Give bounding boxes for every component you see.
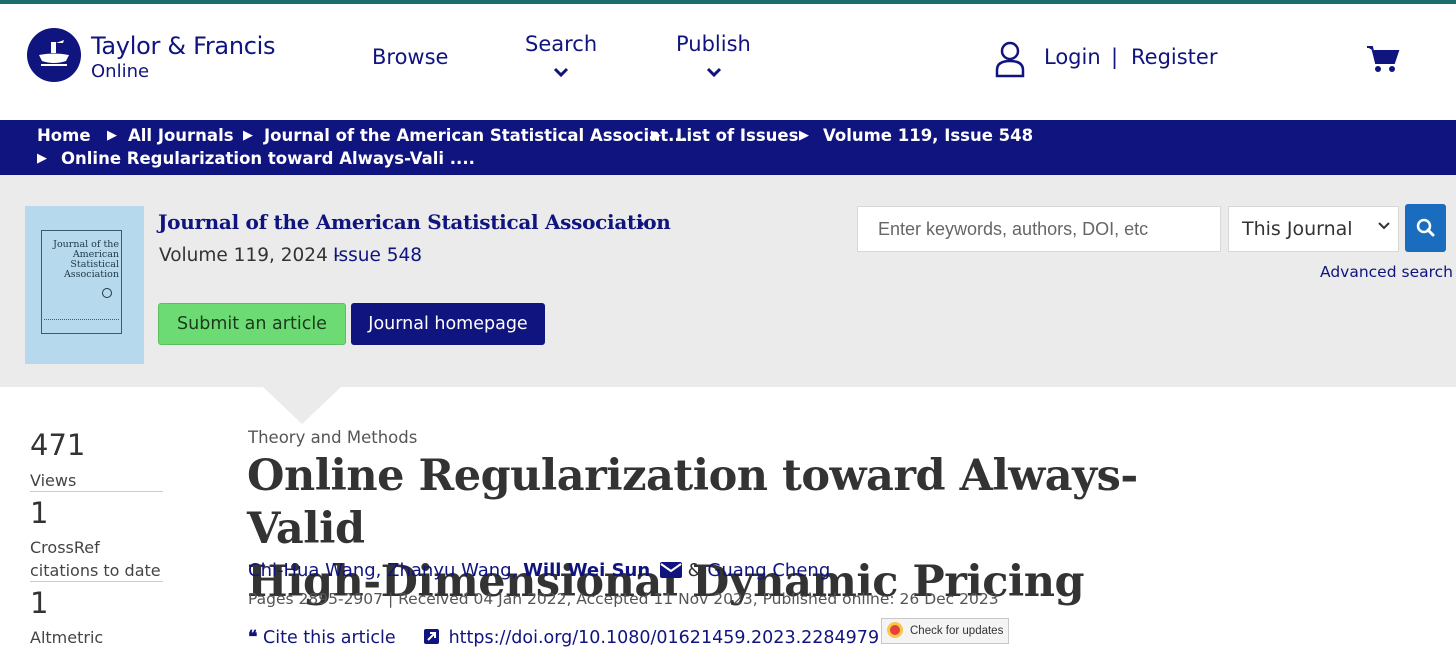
views-label: Views [30,471,77,490]
journal-homepage-button[interactable]: Journal homepage [351,303,545,345]
chevron-down-icon[interactable] [706,63,722,82]
breadcrumb-list-of-issues[interactable]: List of Issues [676,126,798,145]
author-list: Chi-Hua Wang, Zhanyu Wang, Will Wei Sun … [248,560,830,583]
advanced-search-link[interactable]: Advanced search [1320,263,1453,281]
cite-article-link[interactable]: ❝ Cite this article [248,628,396,648]
journal-title-link[interactable]: Journal of the American Statistical Asso… [158,210,671,234]
author-link[interactable]: Zhanyu Wang, [387,560,517,581]
chevron-down-icon[interactable] [1377,220,1391,235]
breadcrumb-arrow-icon: ▶ [243,128,253,143]
metric-divider [30,581,163,582]
cart-icon[interactable] [1366,44,1400,78]
chevron-right-icon[interactable]: › [637,211,645,235]
search-button[interactable] [1405,204,1446,252]
crossref-label[interactable]: CrossRef citations to date [30,536,165,582]
crossmark-icon [887,622,903,638]
cite-article-label: Cite this article [263,628,396,648]
breadcrumb-arrow-icon: ▶ [107,128,117,143]
search-scope-select[interactable]: This Journal [1228,206,1399,252]
external-link-icon [424,629,439,649]
breadcrumb-journal[interactable]: Journal of the American Statistical Asso… [264,126,687,145]
login-link[interactable]: Login [1044,45,1101,69]
journal-volume-text: Volume 119, 2024 - [159,245,341,266]
logo-subtitle[interactable]: Online [91,61,149,82]
metric-divider [30,491,163,492]
nav-search[interactable]: Search [525,32,597,56]
author-link[interactable]: Chi-Hua Wang, [248,560,381,581]
user-icon[interactable] [994,40,1026,82]
journal-cover-title: Journal of the American Statistical Asso… [53,239,119,280]
journal-cover-footer [44,319,119,322]
issue-link[interactable]: Issue 548 [333,245,422,266]
journal-cover-seal-icon [102,288,112,298]
envelope-icon[interactable] [659,562,682,583]
breadcrumb-arrow-icon: ▶ [651,128,661,143]
search-icon [1416,218,1435,237]
breadcrumb-current-article: Online Regularization toward Always-Vali… [61,149,475,168]
breadcrumb-all-journals[interactable]: All Journals [128,126,234,145]
article-title-line-1: Online Regularization toward Always-Vali… [247,451,1138,554]
doi-text: https://doi.org/10.1080/01621459.2023.22… [448,628,880,648]
chevron-down-icon[interactable] [553,63,569,82]
views-count: 471 [30,428,86,462]
banner-notch [262,386,342,424]
corresponding-author-link[interactable]: Will Wei Sun [523,560,650,581]
nav-publish[interactable]: Publish [676,32,751,56]
altmetric-label[interactable]: Altmetric [30,626,103,649]
publication-info: Pages 2895-2907 | Received 04 Jan 2022, … [248,590,999,608]
breadcrumb-arrow-icon: ▶ [799,128,809,143]
logo-name[interactable]: Taylor & Francis [91,32,276,60]
site-header [0,4,1456,120]
crossref-count[interactable]: 1 [30,496,48,530]
breadcrumb-home[interactable]: Home [37,126,91,145]
account-separator: | [1111,45,1119,69]
breadcrumb-arrow-icon: ▶ [37,151,47,166]
article-title: Online Regularization toward Always-Vali… [247,450,1247,609]
logo-icon[interactable] [27,28,81,82]
nav-browse[interactable]: Browse [372,45,448,69]
register-link[interactable]: Register [1131,45,1217,69]
submit-article-button[interactable]: Submit an article [158,303,346,345]
quote-icon: ❝ [248,628,258,648]
doi-link[interactable]: https://doi.org/10.1080/01621459.2023.22… [424,628,879,649]
author-link[interactable]: Guang Cheng [707,560,830,581]
author-ampersand: & [687,560,702,581]
search-input[interactable]: Enter keywords, authors, DOI, etc [857,206,1221,252]
breadcrumb-volume[interactable]: Volume 119, Issue 548 [823,126,1033,145]
article-category: Theory and Methods [248,428,418,447]
altmetric-count[interactable]: 1 [30,586,48,620]
